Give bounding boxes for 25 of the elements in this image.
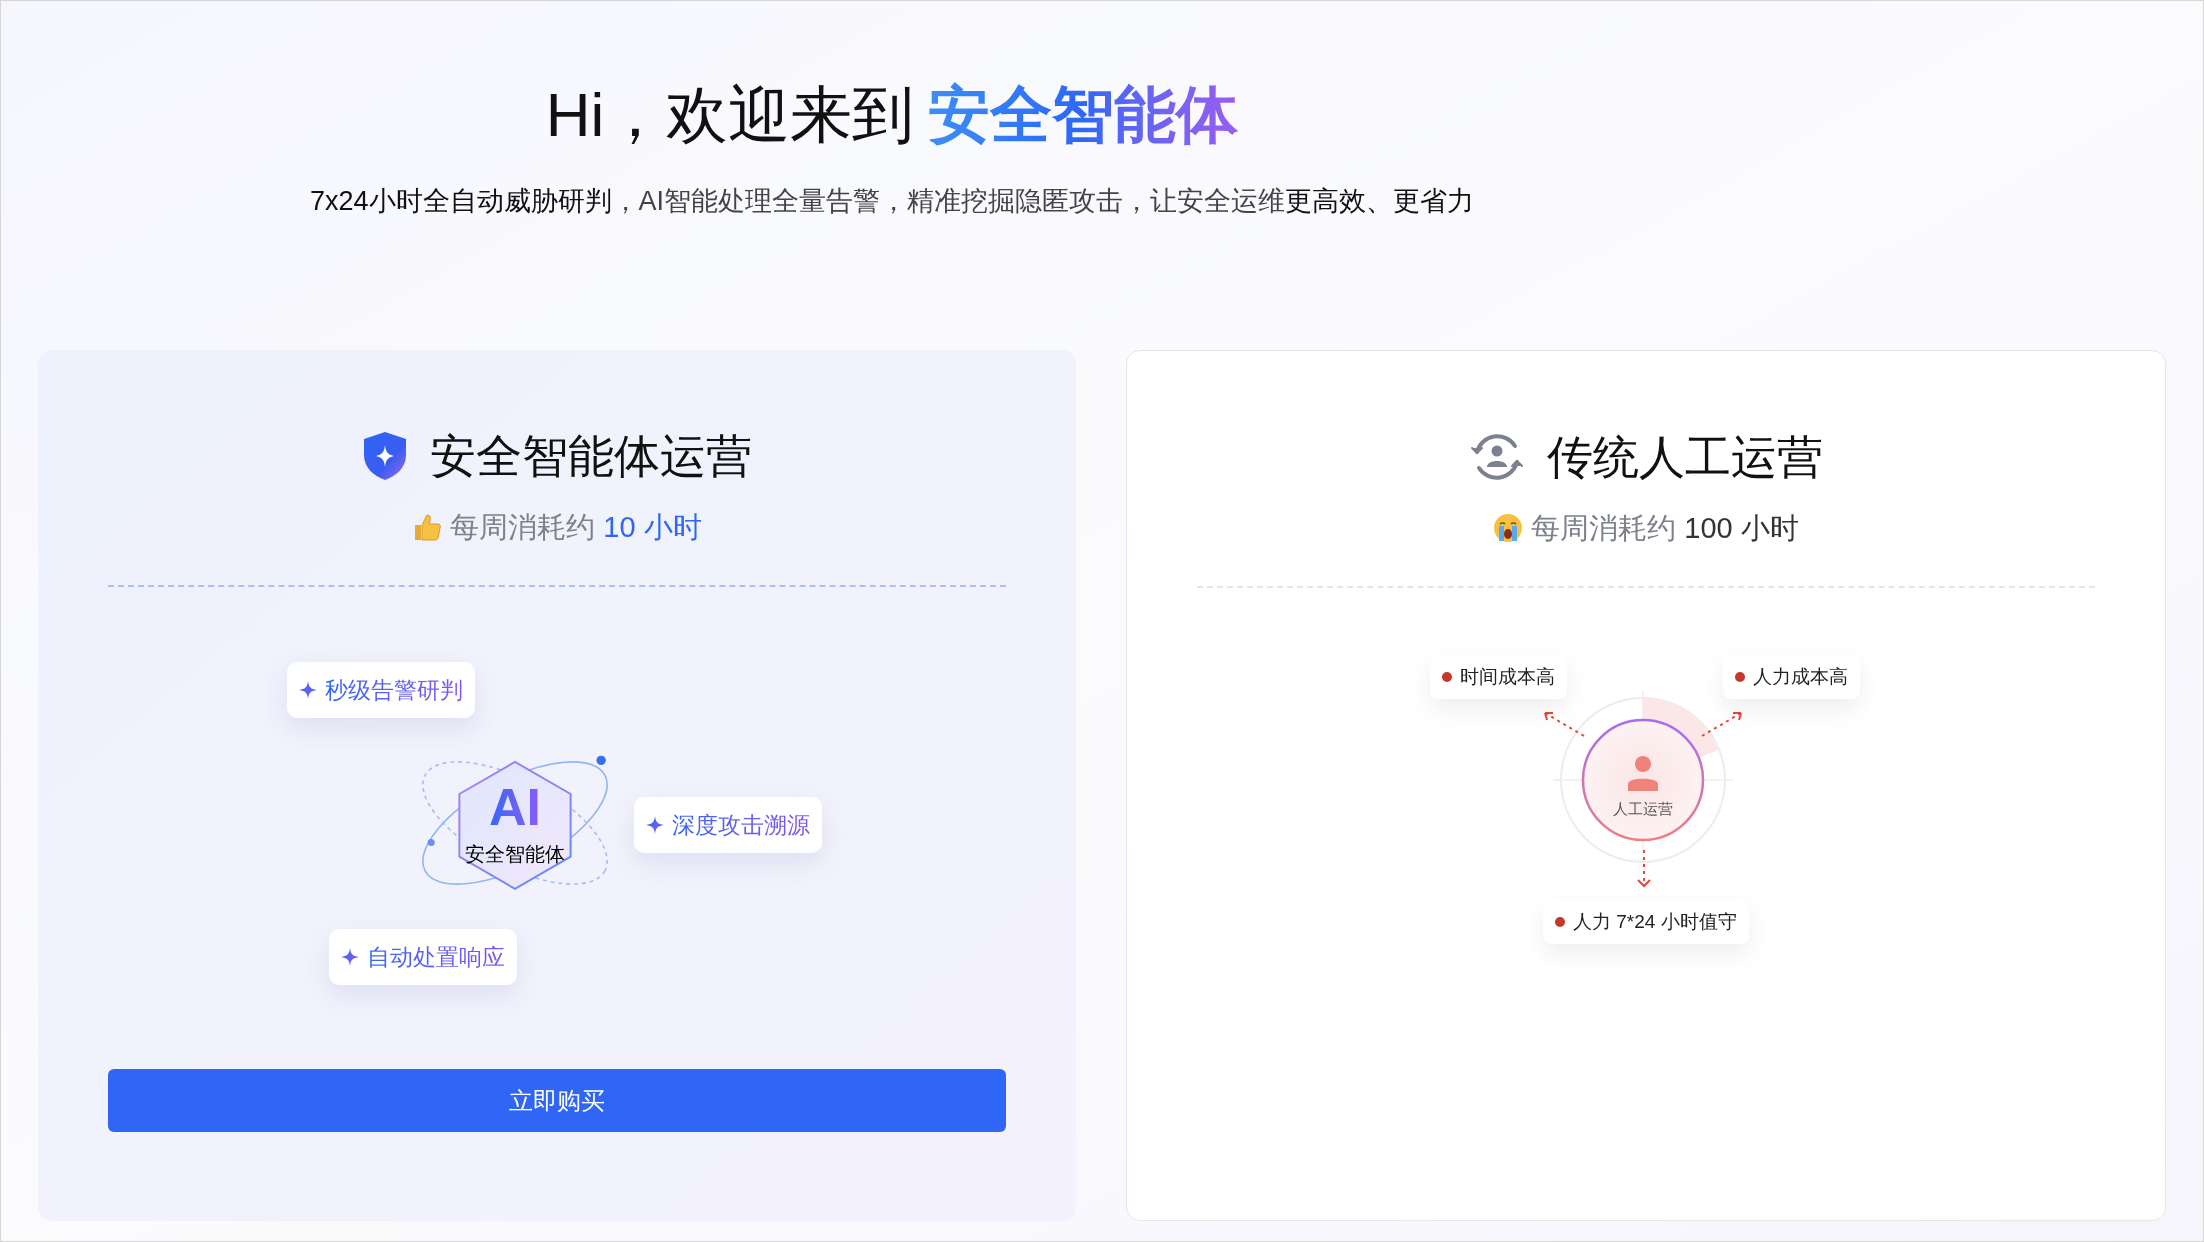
person-icon <box>1628 755 1658 791</box>
dotted-arrow-icon <box>1542 710 1586 738</box>
cost-label: 时间成本高 <box>1460 664 1555 689</box>
person-sync-icon <box>1469 431 1525 482</box>
subtitle: 7x24小时全自动威胁研判，AI智能处理全量告警，精准挖掘隐匿攻击，让安全运维更高效、更省力 <box>309 185 1475 218</box>
sparkle-icon <box>299 681 317 699</box>
crying-face-icon <box>1493 513 1524 544</box>
buy-now-button[interactable]: 立即购买 <box>108 1069 1006 1132</box>
sparkle-icon <box>341 948 359 966</box>
welcome-title: Hi，欢迎来到 <box>545 79 915 151</box>
card-title: 传统人工运营 <box>1547 429 1823 485</box>
cost-label: 人力成本高 <box>1753 664 1848 689</box>
center-caption: 人工运营 <box>1612 799 1674 819</box>
shield-icon <box>362 430 408 481</box>
usage-label: 每周消耗约 <box>450 509 596 545</box>
usage-value: 100 小时 <box>1684 510 1799 546</box>
thumbs-up-icon <box>412 512 443 543</box>
usage-label: 每周消耗约 <box>1531 510 1677 546</box>
dotted-arrow-icon <box>1700 710 1744 738</box>
card-title: 安全智能体运营 <box>430 428 752 484</box>
cost-label: 人力 7*24 小时值守 <box>1573 909 1737 934</box>
center-caption: 安全智能体 <box>465 842 565 867</box>
sparkle-icon <box>646 816 664 834</box>
usage-value: 10 小时 <box>603 509 702 545</box>
dotted-arrow-icon <box>1636 850 1652 888</box>
